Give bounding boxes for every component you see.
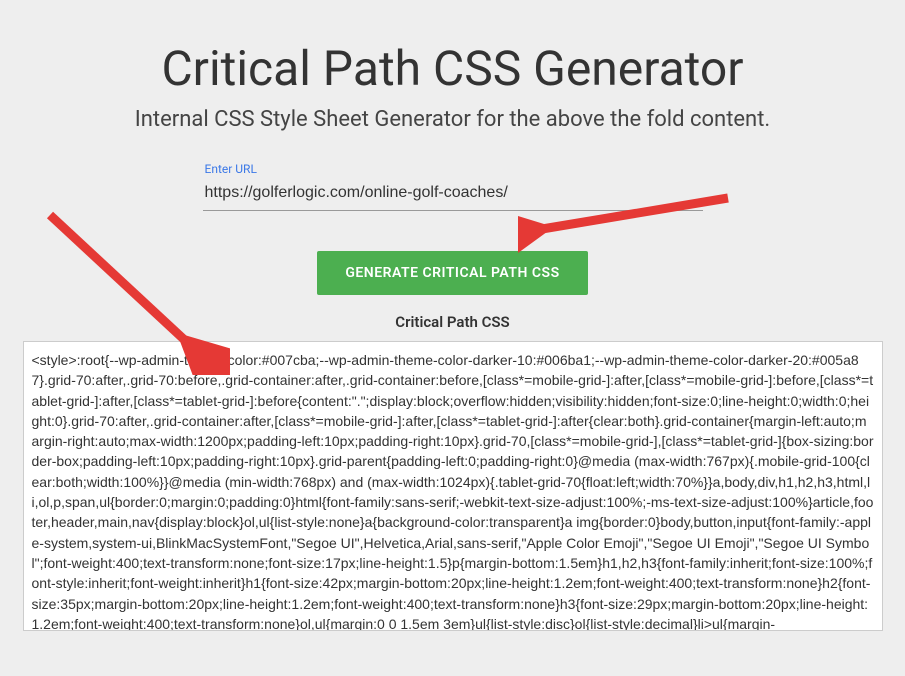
- page-subtitle: Internal CSS Style Sheet Generator for t…: [20, 107, 885, 132]
- url-form: Enter URL: [203, 162, 703, 251]
- output-label: Critical Path CSS: [20, 313, 885, 331]
- page-title: Critical Path CSS Generator: [20, 40, 885, 97]
- url-input[interactable]: [203, 178, 703, 211]
- generate-button[interactable]: GENERATE CRITICAL PATH CSS: [317, 251, 587, 295]
- output-textarea[interactable]: [23, 341, 883, 631]
- url-label: Enter URL: [203, 162, 703, 176]
